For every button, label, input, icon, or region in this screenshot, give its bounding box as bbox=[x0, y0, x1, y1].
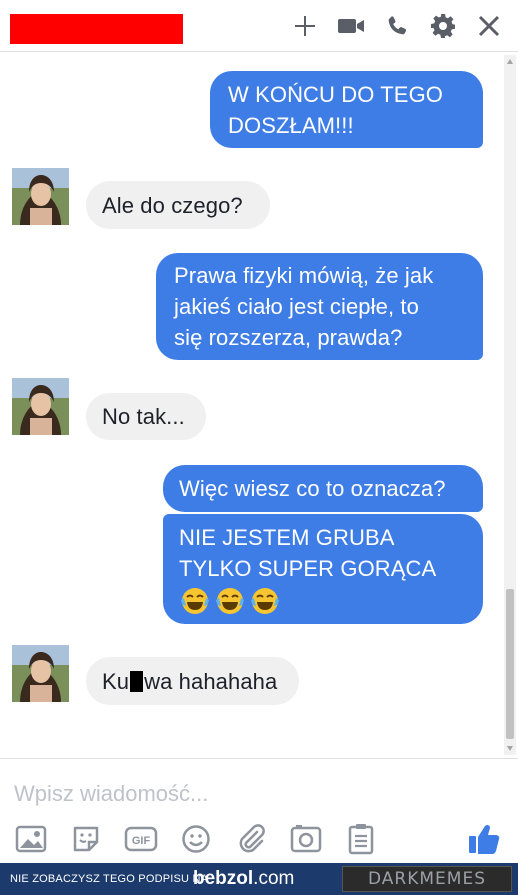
avatar bbox=[12, 168, 69, 225]
message-text: NIE JESTEM GRUBA TYLKO SUPER GORĄCA bbox=[179, 525, 437, 581]
outgoing-message: NIE JESTEM GRUBA TYLKO SUPER GORĄCA bbox=[163, 514, 483, 624]
site-tld: .com bbox=[253, 868, 295, 889]
header-actions bbox=[290, 10, 504, 42]
contact-name-redaction bbox=[10, 14, 183, 44]
phone-icon[interactable] bbox=[382, 11, 412, 41]
sticker-icon[interactable] bbox=[69, 822, 103, 856]
message-list[interactable]: W KOŃCU DO TEGO DOSZŁAM!!! Ale do czego?… bbox=[0, 53, 518, 757]
list-icon[interactable] bbox=[344, 822, 378, 856]
gear-icon[interactable] bbox=[428, 11, 458, 41]
scrollbar-thumb[interactable] bbox=[506, 589, 514, 739]
incoming-message: No tak... bbox=[86, 393, 206, 440]
outgoing-message: Prawa fizyki mówią, że jak jakieś ciało … bbox=[156, 253, 483, 360]
emoji-icon[interactable] bbox=[179, 822, 213, 856]
video-call-icon[interactable] bbox=[336, 11, 366, 41]
incoming-message: Ku wa hahahaha bbox=[86, 657, 299, 705]
message-text: Prawa fizyki mówią, że jak jakieś ciało … bbox=[174, 263, 434, 350]
scroll-down-arrow-icon[interactable] bbox=[507, 746, 513, 751]
site-name: bebzol.com bbox=[193, 868, 294, 890]
site-name-main: bebzol bbox=[193, 868, 254, 889]
message-text: W KOŃCU DO TEGO DOSZŁAM!!! bbox=[228, 82, 443, 138]
incoming-message: Ale do czego? bbox=[86, 181, 270, 229]
image-icon[interactable] bbox=[14, 822, 48, 856]
message-text-start: Ku bbox=[102, 669, 130, 694]
close-icon[interactable] bbox=[474, 11, 504, 41]
brand-logo: DARKMEMES bbox=[342, 866, 512, 892]
add-person-icon[interactable] bbox=[290, 11, 320, 41]
gif-icon[interactable]: GIF bbox=[124, 822, 158, 856]
message-text: Ale do czego? bbox=[102, 193, 243, 218]
scrollbar[interactable] bbox=[504, 55, 516, 755]
svg-text:GIF: GIF bbox=[132, 835, 151, 847]
message-text: Ku wa hahahaha bbox=[102, 666, 283, 697]
emoji-row bbox=[179, 586, 467, 616]
camera-icon[interactable] bbox=[289, 822, 323, 856]
censor-block bbox=[130, 671, 144, 692]
footer-caption: NIE ZOBACZYSZ TEGO PODPISU NA bbox=[10, 873, 209, 885]
avatar bbox=[12, 378, 69, 435]
outgoing-message: Więc wiesz co to oznacza? bbox=[163, 465, 483, 512]
chat-header bbox=[0, 0, 518, 52]
thumbs-up-icon[interactable] bbox=[466, 821, 502, 857]
watermark-footer: NIE ZOBACZYSZ TEGO PODPISU NA bebzol.com… bbox=[0, 863, 518, 895]
avatar bbox=[12, 645, 69, 702]
laughing-emoji-icon bbox=[181, 588, 209, 614]
composer-toolbar: GIF bbox=[14, 821, 378, 857]
message-text: No tak... bbox=[102, 404, 185, 429]
attachment-icon[interactable] bbox=[234, 822, 268, 856]
message-text: Więc wiesz co to oznacza? bbox=[179, 476, 446, 501]
scroll-up-arrow-icon[interactable] bbox=[507, 59, 513, 64]
laughing-emoji-icon bbox=[216, 588, 244, 614]
laughing-emoji-icon bbox=[251, 588, 279, 614]
message-composer: Wpisz wiadomość... GIF bbox=[0, 758, 518, 863]
outgoing-message: W KOŃCU DO TEGO DOSZŁAM!!! bbox=[210, 71, 483, 148]
message-input[interactable]: Wpisz wiadomość... bbox=[14, 781, 208, 807]
message-text-end: wa hahahaha bbox=[144, 669, 278, 694]
